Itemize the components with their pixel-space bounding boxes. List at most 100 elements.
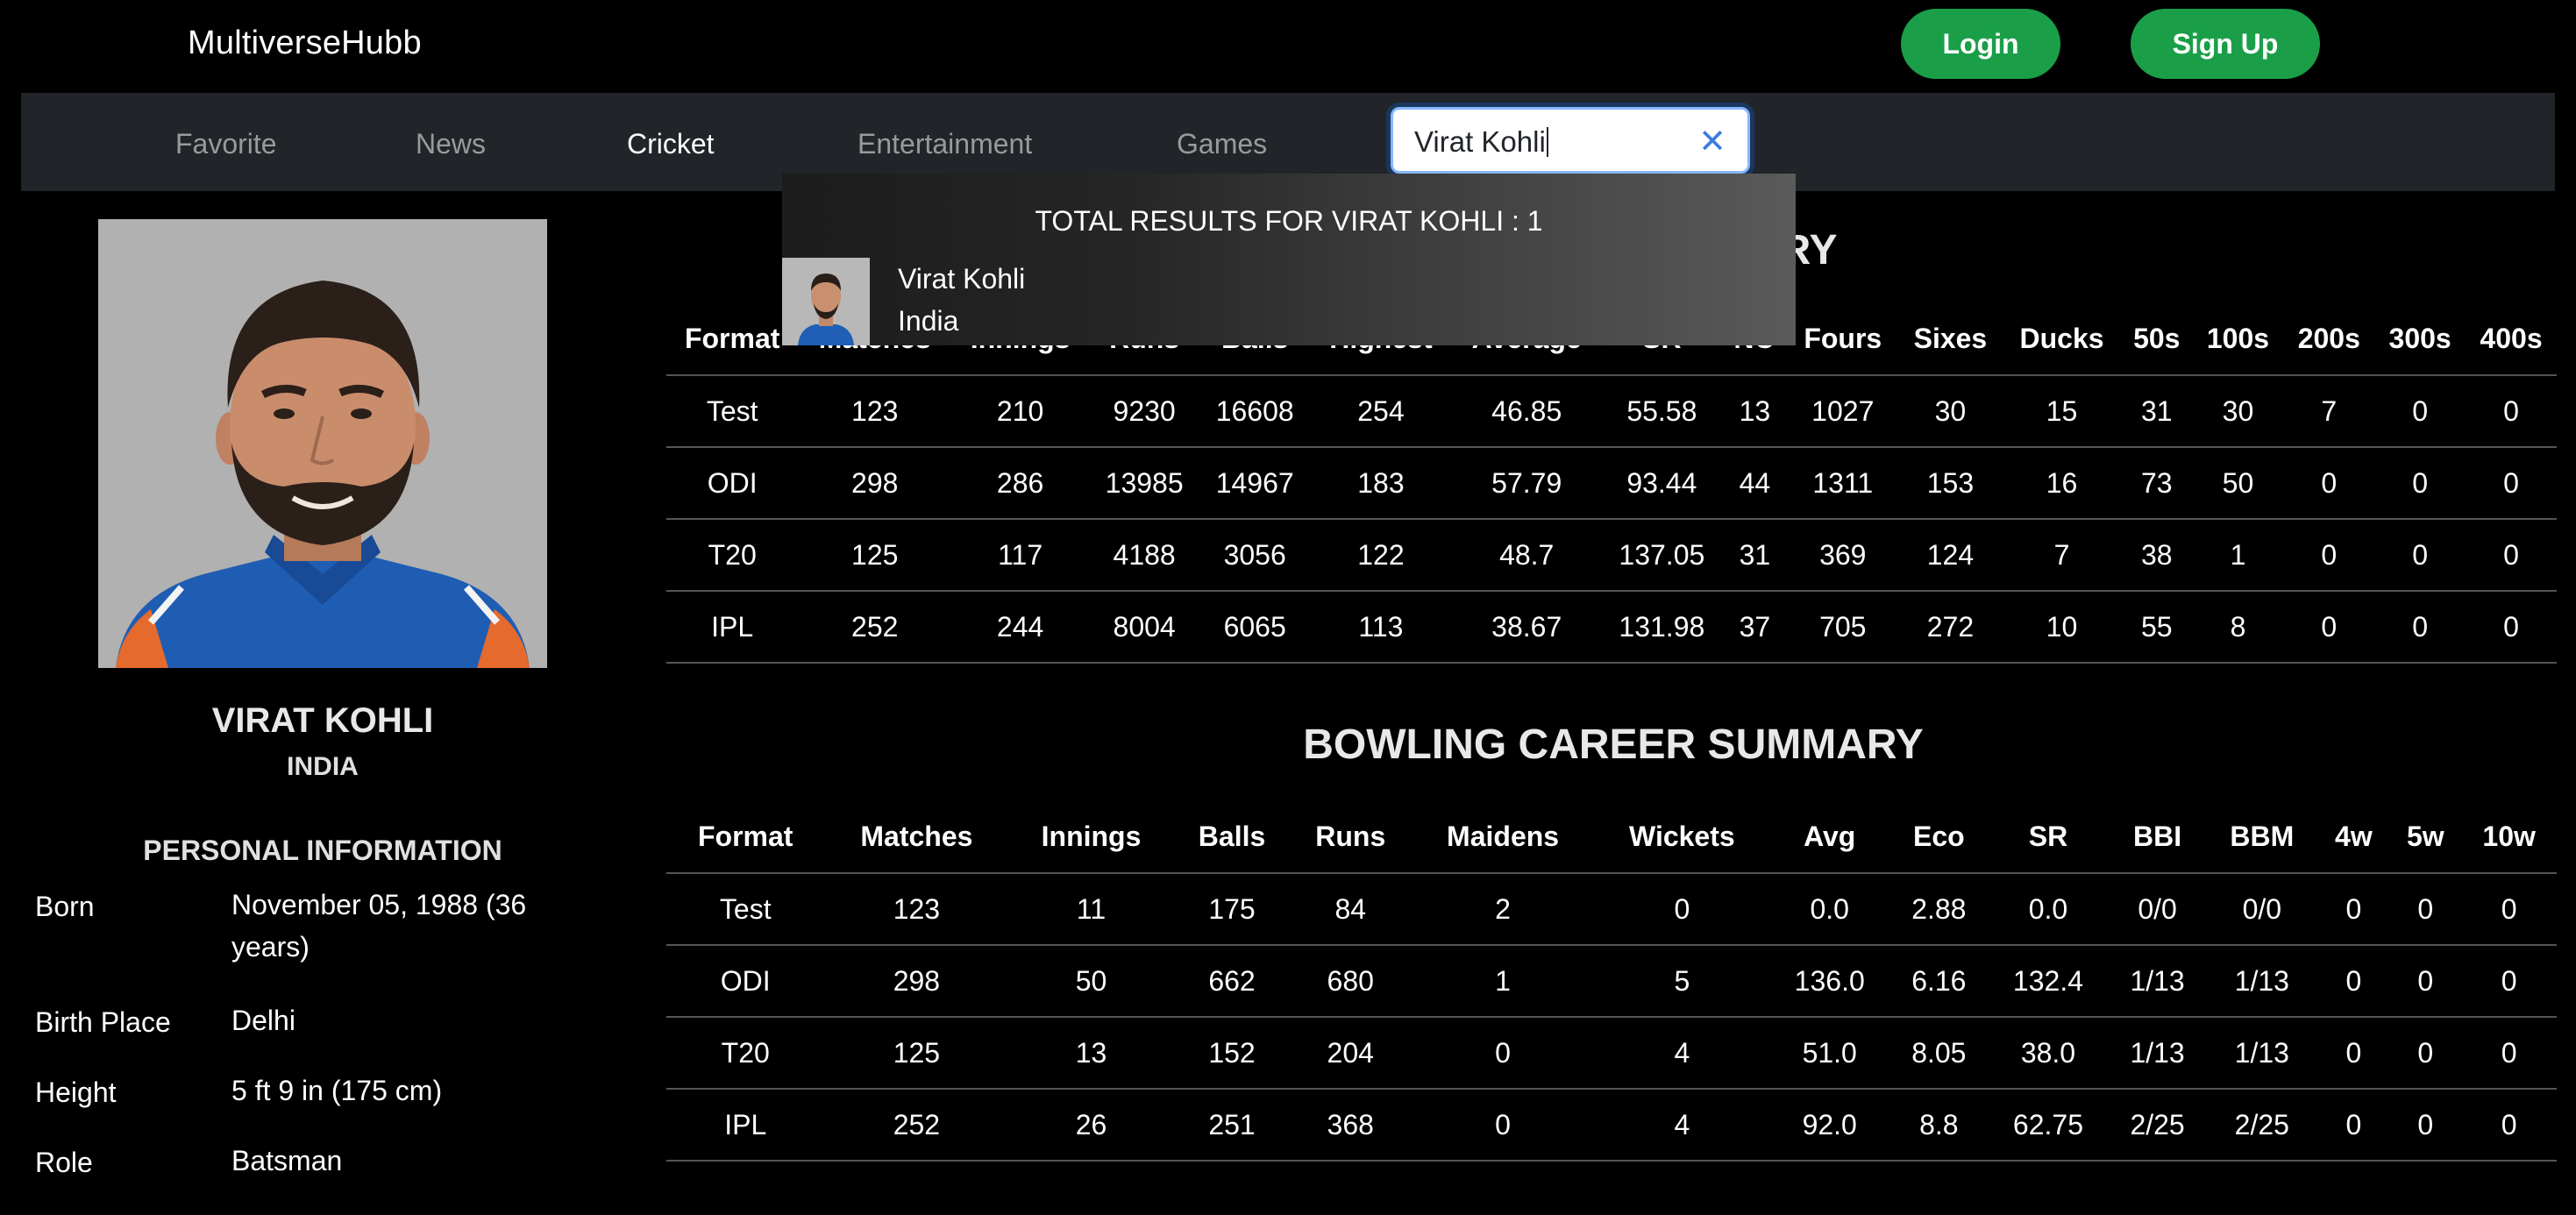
table-cell: 0 [2466,518,2557,591]
brand-logo[interactable]: MultiverseHubb [188,25,422,62]
table-cell: 3056 [1199,518,1311,591]
table-cell: 9230 [1089,374,1200,447]
table-cell: 8 [2192,590,2284,664]
table-cell: 48.7 [1451,518,1602,591]
table-cell: 57.79 [1451,446,1602,519]
table-cell: 662 [1173,944,1291,1017]
nav-item-games[interactable]: Games [1177,128,1267,160]
table-cell: 0 [2317,872,2390,945]
table-cell: 0 [2374,374,2466,447]
column-header: Eco [1912,821,1965,852]
table-cell: 55 [2120,590,2193,664]
table-cell: 0 [2283,590,2375,664]
player-name: VIRAT KOHLI [211,701,434,740]
table-cell: 272 [1897,590,2003,664]
close-icon[interactable]: ✕ [1698,122,1726,161]
table-cell: 183 [1310,446,1452,519]
column-header: 100s [2206,323,2270,354]
table-cell: 152 [1173,1016,1291,1089]
result-avatar[interactable] [782,258,870,345]
result-name[interactable]: Virat Kohli [898,263,1025,295]
table-cell: 210 [951,374,1090,447]
column-header: Sixes [1913,323,1988,354]
table-cell: 73 [2120,446,2193,519]
table-cell: Test [666,374,799,447]
nav-item-favorite[interactable]: Favorite [175,128,277,160]
table-cell: 0 [2389,1088,2462,1162]
table-cell: 1311 [1787,446,1898,519]
login-button[interactable]: Login [1901,9,2060,79]
table-cell: 0 [2374,446,2466,519]
table-cell: 123 [824,872,1009,945]
table-cell: 1/13 [2206,944,2318,1017]
table-cell: 10 [2003,590,2121,664]
table-cell: 0 [2374,518,2466,591]
info-label: Role [35,1147,93,1178]
table-cell: 0.0 [1768,872,1890,945]
bowling-stats-table: Format Matches Innings Balls Runs Maidens Wick… [666,801,2557,1162]
table-cell: 0 [2461,1016,2557,1089]
nav-item-cricket[interactable]: Cricket [627,128,715,160]
table-cell: 0 [2466,590,2557,664]
info-label: Born [35,891,95,922]
table-cell: 0/0 [2206,872,2318,945]
table-cell: 124 [1897,518,2003,591]
nav-item-entertainment[interactable]: Entertainment [857,128,1032,160]
table-cell: 1/13 [2108,1016,2207,1089]
table-cell: IPL [666,1088,825,1162]
table-cell: 0 [2317,1088,2390,1162]
table-cell: 31 [2120,374,2193,447]
bowling-summary-title: BOWLING CAREER SUMMARY [1303,721,1924,768]
result-country: India [898,305,959,337]
table-cell: 0 [2461,1088,2557,1162]
info-label: Birth Place [35,1006,171,1038]
column-header: Matches [860,821,973,852]
table-cell: 252 [798,590,952,664]
table-row: IPL 252 244 8004 6065 113 38.67 131.98 37 705 272 1… [666,590,2557,664]
table-cell: 175 [1173,872,1291,945]
table-cell: ODI [666,944,825,1017]
column-header: Format [698,821,793,852]
table-cell: T20 [666,518,799,591]
text-caret [1546,127,1548,157]
table-cell: 26 [1008,1088,1174,1162]
table-cell: 8004 [1089,590,1200,664]
table-cell: 30 [2192,374,2284,447]
column-header: Maidens [1447,821,1560,852]
table-cell: 84 [1290,872,1412,945]
table-cell: 7 [2003,518,2121,591]
table-cell: 92.0 [1768,1088,1890,1162]
table-cell: 2/25 [2108,1088,2207,1162]
table-cell: 137.05 [1601,518,1722,591]
signup-button[interactable]: Sign Up [2131,9,2320,79]
table-cell: 0 [2466,446,2557,519]
table-cell: 14967 [1199,446,1311,519]
table-cell: 4188 [1089,518,1200,591]
table-row: Test 123 11 175 84 2 0 0.0 2.88 0.0 0/0 0/0 0 0 0 [666,872,2557,945]
column-header: 10w [2482,821,2536,852]
table-cell: 0 [2374,590,2466,664]
table-cell: 2.88 [1889,872,1988,945]
table-cell: 0.0 [1987,872,2109,945]
nav-item-news[interactable]: News [416,128,486,160]
table-cell: 16 [2003,446,2121,519]
table-cell: 131.98 [1601,590,1722,664]
table-cell: 55.58 [1601,374,1722,447]
table-cell: 125 [824,1016,1009,1089]
table-cell: 44 [1721,446,1788,519]
table-cell: 0 [2466,374,2557,447]
column-header: 400s [2480,323,2543,354]
info-value: 5 ft 9 in (175 cm) [231,1075,443,1106]
table-cell: 0 [2461,944,2557,1017]
table-cell: 38.0 [1987,1016,2109,1089]
table-cell: 298 [824,944,1009,1017]
table-cell: 298 [798,446,952,519]
table-cell: 204 [1290,1016,1412,1089]
search-input[interactable]: Virat Kohli ✕ [1391,107,1750,174]
column-header: Innings [1041,821,1142,852]
column-header: SR [2028,821,2068,852]
column-header: Avg [1804,821,1856,852]
table-cell: 6.16 [1889,944,1988,1017]
table-cell: 38.67 [1451,590,1602,664]
table-cell: 705 [1787,590,1898,664]
